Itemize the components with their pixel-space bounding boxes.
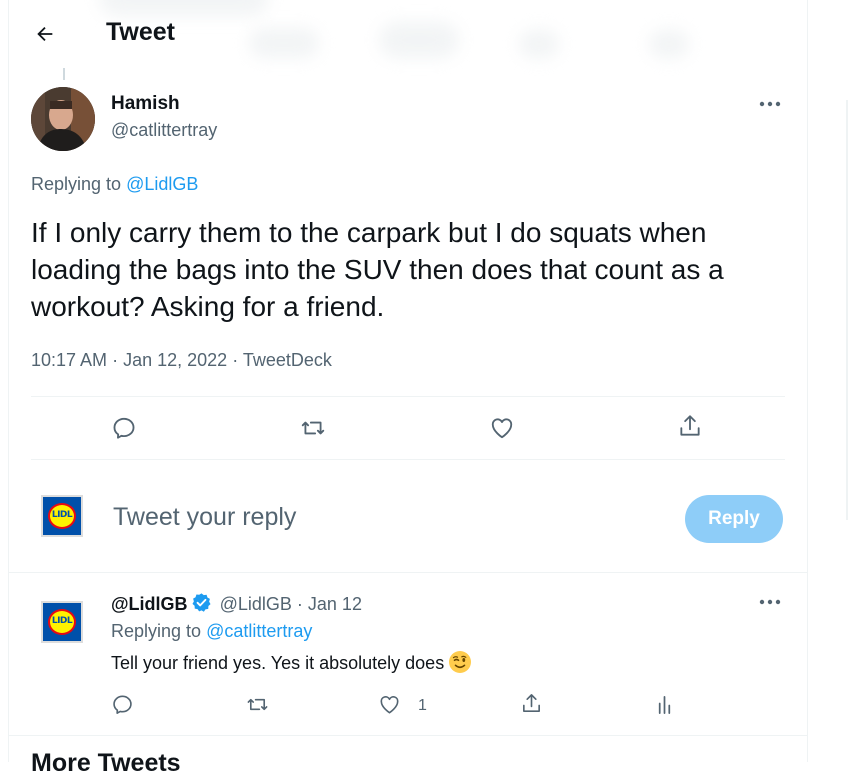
replying-prefix: Replying to bbox=[31, 174, 122, 194]
reply-avatar[interactable]: LIDL bbox=[41, 601, 83, 643]
reply-analytics-button[interactable] bbox=[653, 693, 677, 717]
reply-replying-to: Replying to @catlittertray bbox=[111, 621, 312, 642]
author-handle[interactable]: @catlittertray bbox=[111, 120, 217, 141]
reply-separator: · bbox=[296, 594, 303, 614]
share-icon bbox=[523, 694, 540, 712]
tweet-more-button[interactable] bbox=[759, 94, 787, 114]
reply-icon bbox=[113, 417, 135, 439]
reply-icon bbox=[113, 695, 132, 714]
header-bar: Tweet bbox=[9, 0, 807, 66]
like-icon bbox=[491, 418, 513, 439]
reply-more-button[interactable] bbox=[759, 592, 787, 612]
tweet-date[interactable]: Jan 12, 2022 bbox=[123, 350, 227, 370]
tweet-meta: 10:17 AM · Jan 12, 2022 · TweetDeck bbox=[31, 350, 332, 371]
meta-separator: · bbox=[112, 350, 119, 370]
tweet-text: If I only carry them to the carpark but … bbox=[31, 217, 724, 322]
reply-date[interactable]: Jan 12 bbox=[308, 594, 362, 614]
avatar-photo bbox=[31, 87, 95, 151]
avatar[interactable] bbox=[31, 87, 95, 151]
reply-share-button[interactable] bbox=[520, 692, 544, 716]
divider bbox=[9, 572, 807, 573]
tweet-time[interactable]: 10:17 AM bbox=[31, 350, 107, 370]
reply-text: Tell your friend yes. Yes it absolutely … bbox=[111, 650, 472, 674]
reply-like-count: 1 bbox=[418, 697, 427, 714]
analytics-icon bbox=[658, 695, 671, 714]
reply-author-handle[interactable]: @LidlGB bbox=[220, 594, 292, 614]
like-icon bbox=[380, 696, 399, 714]
winking-face-emoji bbox=[449, 651, 472, 673]
lidl-logo-text: LIDL bbox=[51, 616, 73, 626]
tweet-source[interactable]: TweetDeck bbox=[243, 350, 332, 370]
author-name[interactable]: Hamish bbox=[111, 93, 180, 115]
reply-header: @LidlGB @LidlGB · Jan 12 bbox=[111, 592, 362, 615]
divider bbox=[9, 735, 807, 736]
reply-button[interactable] bbox=[111, 415, 139, 443]
verified-badge-icon bbox=[192, 593, 211, 612]
retweet-icon bbox=[247, 698, 268, 711]
reply-reply-button[interactable] bbox=[111, 693, 135, 717]
composer-avatar[interactable]: LIDL bbox=[41, 495, 83, 537]
lidl-logo-text: LIDL bbox=[51, 510, 73, 520]
reply-text-content: Tell your friend yes. Yes it absolutely … bbox=[111, 653, 445, 673]
divider bbox=[31, 459, 785, 460]
replying-prefix: Replying to bbox=[111, 621, 202, 641]
more-tweets-heading: More Tweets bbox=[31, 749, 181, 777]
timeline-column: Tweet Hamish @catlittertray Replying to … bbox=[8, 0, 808, 777]
reply-author-name[interactable]: @LidlGB bbox=[111, 594, 188, 614]
reply-input[interactable]: Tweet your reply bbox=[113, 503, 296, 532]
more-icon bbox=[759, 599, 781, 605]
like-button[interactable] bbox=[489, 415, 517, 443]
back-button[interactable] bbox=[29, 18, 61, 50]
replying-to: Replying to @LidlGB bbox=[31, 174, 198, 195]
reply-retweet-button[interactable] bbox=[246, 693, 270, 717]
reply-submit-button[interactable]: Reply bbox=[685, 495, 783, 543]
page-title: Tweet bbox=[106, 18, 175, 46]
more-icon bbox=[759, 101, 781, 107]
retweet-button[interactable] bbox=[300, 415, 328, 443]
retweet-icon bbox=[301, 421, 325, 435]
reply-like-button[interactable] bbox=[378, 693, 402, 717]
thread-connector bbox=[63, 68, 65, 80]
share-icon bbox=[680, 415, 700, 436]
share-button[interactable] bbox=[677, 413, 705, 441]
divider bbox=[31, 396, 785, 397]
replying-handle-link[interactable]: @catlittertray bbox=[206, 621, 312, 641]
back-arrow-icon bbox=[37, 26, 53, 42]
meta-separator: · bbox=[232, 350, 239, 370]
replying-handle-link[interactable]: @LidlGB bbox=[126, 174, 198, 194]
